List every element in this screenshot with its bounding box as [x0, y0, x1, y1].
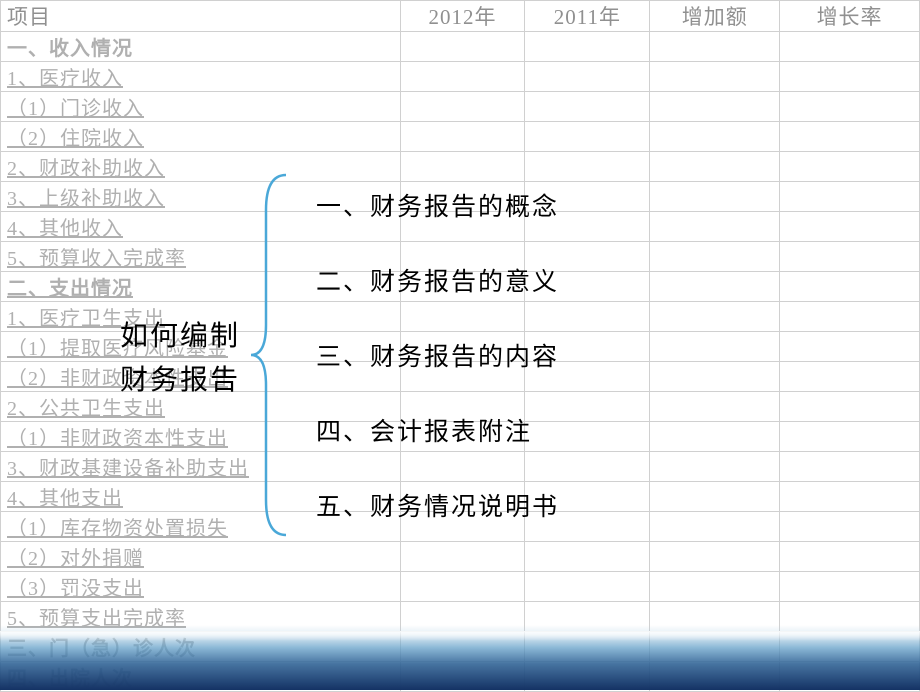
- table-cell: [650, 572, 780, 602]
- table-cell: [650, 182, 780, 212]
- overlay-title: 如何编制 财务报告: [120, 314, 240, 402]
- table-cell: [650, 512, 780, 542]
- col-header-item: 项目: [1, 1, 401, 32]
- bottom-gradient-decoration: [0, 625, 920, 690]
- table-cell: [650, 122, 780, 152]
- col-header-2012: 2012年: [400, 1, 525, 32]
- table-cell: [525, 32, 650, 62]
- topic-item: 一、财务报告的概念: [316, 190, 559, 225]
- table-header-row: 项目 2012年 2011年 增加额 增长率: [1, 1, 920, 32]
- table-cell: [650, 422, 780, 452]
- title-line-1: 如何编制: [120, 314, 240, 358]
- table-cell: [780, 452, 920, 482]
- table-cell: [650, 392, 780, 422]
- row-label: 1、医疗收入: [1, 62, 401, 92]
- curly-brace-icon: [246, 170, 296, 545]
- table-cell: [780, 542, 920, 572]
- table-cell: [650, 152, 780, 182]
- table-cell: [780, 392, 920, 422]
- table-cell: [525, 572, 650, 602]
- table-cell: [780, 362, 920, 392]
- table-cell: [650, 542, 780, 572]
- title-line-2: 财务报告: [120, 358, 240, 402]
- topics-list: 一、财务报告的概念二、财务报告的意义三、财务报告的内容四、会计报表附注五、财务情…: [316, 190, 559, 525]
- table-cell: [780, 182, 920, 212]
- table-cell: [780, 32, 920, 62]
- row-label: （3）罚没支出: [1, 572, 401, 602]
- table-cell: [525, 542, 650, 572]
- table-cell: [400, 572, 525, 602]
- row-label: 一、收入情况: [1, 32, 401, 62]
- table-cell: [780, 572, 920, 602]
- table-cell: [650, 482, 780, 512]
- table-cell: [780, 92, 920, 122]
- table-cell: [780, 422, 920, 452]
- table-cell: [650, 332, 780, 362]
- table-cell: [780, 332, 920, 362]
- table-cell: [780, 242, 920, 272]
- table-cell: [780, 122, 920, 152]
- topic-item: 三、财务报告的内容: [316, 340, 559, 375]
- table-cell: [650, 62, 780, 92]
- table-cell: [780, 152, 920, 182]
- table-cell: [650, 272, 780, 302]
- row-label: （2）对外捐赠: [1, 542, 401, 572]
- table-cell: [780, 272, 920, 302]
- topic-item: 二、财务报告的意义: [316, 265, 559, 300]
- table-cell: [525, 62, 650, 92]
- table-cell: [400, 32, 525, 62]
- table-cell: [650, 452, 780, 482]
- col-header-rate: 增长率: [780, 1, 920, 32]
- table-cell: [400, 542, 525, 572]
- table-row: 一、收入情况: [1, 32, 920, 62]
- table-cell: [650, 302, 780, 332]
- table-cell: [780, 482, 920, 512]
- table-cell: [400, 62, 525, 92]
- table-cell: [650, 32, 780, 62]
- table-cell: [650, 362, 780, 392]
- table-cell: [780, 512, 920, 542]
- col-header-2011: 2011年: [525, 1, 650, 32]
- table-cell: [780, 212, 920, 242]
- table-cell: [650, 92, 780, 122]
- topic-item: 五、财务情况说明书: [316, 490, 559, 525]
- table-cell: [650, 212, 780, 242]
- overlay-content: 如何编制 财务报告 一、财务报告的概念二、财务报告的意义三、财务报告的内容四、会…: [120, 100, 559, 475]
- table-row: 1、医疗收入: [1, 62, 920, 92]
- table-cell: [780, 302, 920, 332]
- topic-item: 四、会计报表附注: [316, 415, 559, 450]
- table-cell: [780, 62, 920, 92]
- table-row: （3）罚没支出: [1, 572, 920, 602]
- table-row: （2）对外捐赠: [1, 542, 920, 572]
- col-header-increase: 增加额: [650, 1, 780, 32]
- table-cell: [650, 242, 780, 272]
